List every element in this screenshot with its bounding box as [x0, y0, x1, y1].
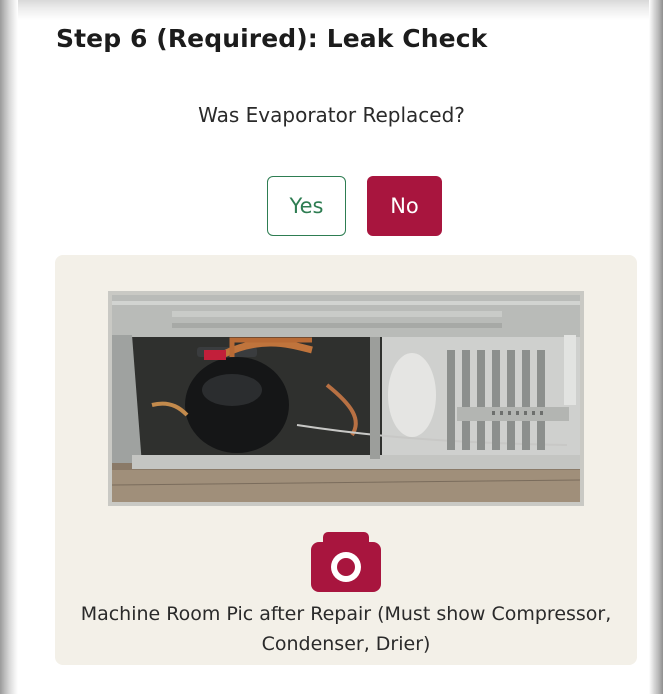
step-title: Step 6 (Required): Leak Check — [56, 24, 488, 53]
machine-room-photo[interactable] — [108, 291, 584, 506]
yes-button[interactable]: Yes — [267, 176, 346, 236]
evaporator-question: Was Evaporator Replaced? — [198, 103, 465, 127]
no-button[interactable]: No — [367, 176, 442, 236]
yes-no-toggle: Yes No — [267, 176, 442, 236]
machine-room-photo-drawing — [112, 295, 580, 502]
camera-icon[interactable] — [311, 532, 381, 592]
window-frame-top — [18, 0, 649, 20]
photo-caption: Machine Room Pic after Repair (Must show… — [80, 603, 612, 655]
photo-upload-panel: Machine Room Pic after Repair (Must show… — [55, 255, 637, 665]
